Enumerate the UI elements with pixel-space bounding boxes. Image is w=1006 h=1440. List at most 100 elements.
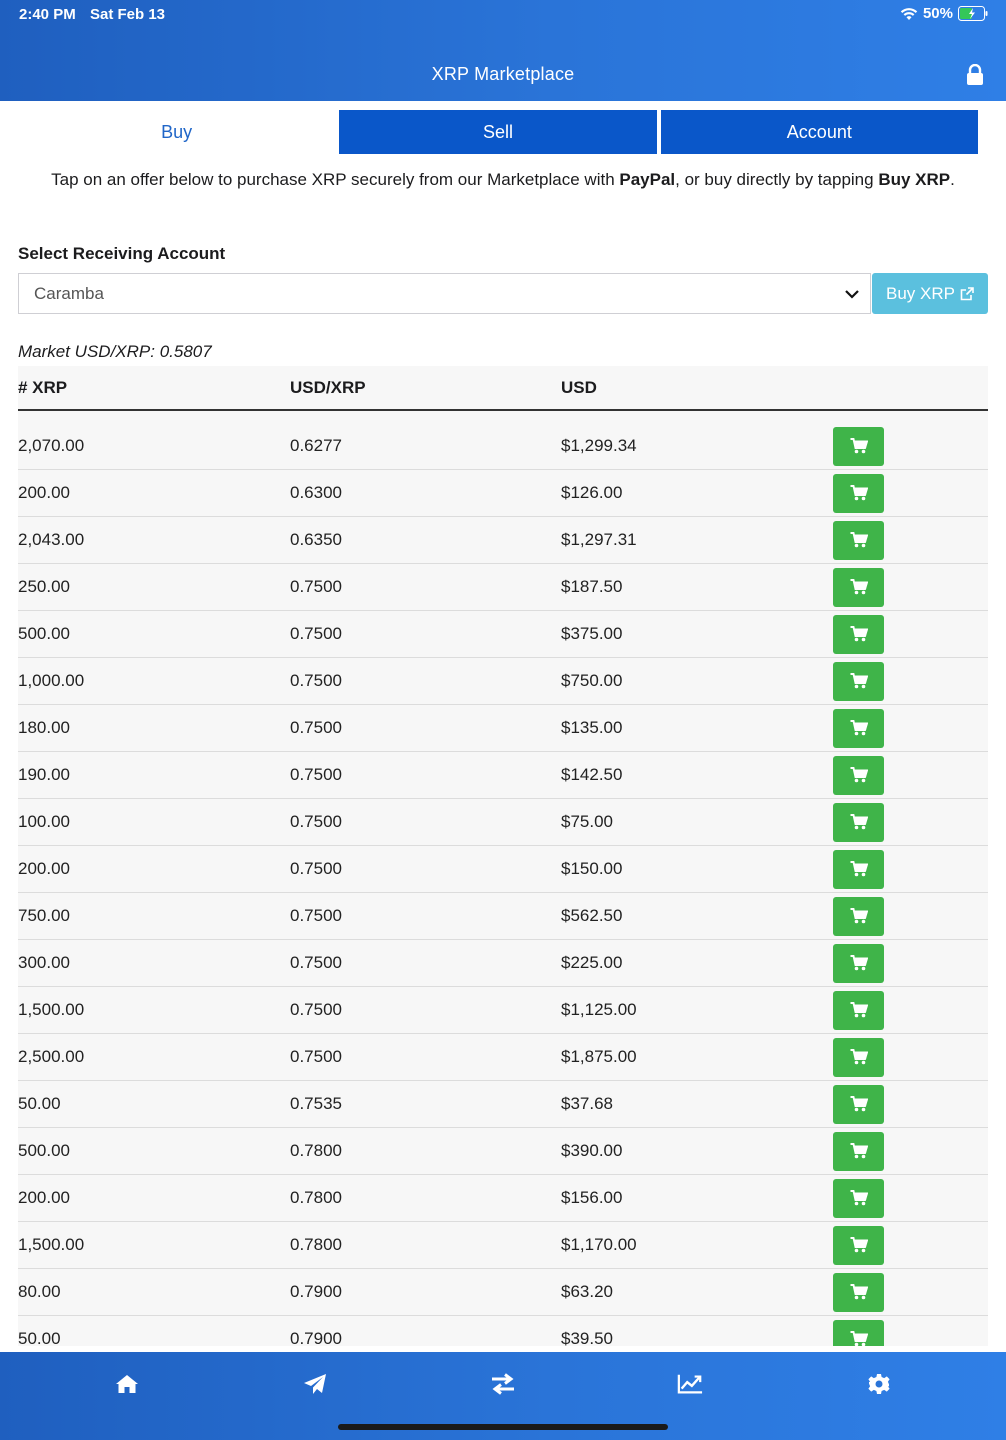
table-row[interactable]: 50.00 0.7900 $39.50: [18, 1316, 988, 1346]
cell-action: [833, 1272, 988, 1312]
cell-action: [833, 1037, 988, 1077]
cell-action: [833, 896, 988, 936]
table-row[interactable]: 200.00 0.7500 $150.00: [18, 846, 988, 893]
cell-xrp: 2,500.00: [18, 1047, 85, 1066]
cell-action: [833, 426, 988, 466]
exchange-icon: [492, 1373, 514, 1395]
cart-icon: [850, 626, 868, 642]
market-rate: Market USD/XRP: 0.5807: [18, 342, 212, 361]
tab-account[interactable]: Account: [660, 110, 978, 154]
cell-usd-xrp: 0.7500: [290, 718, 342, 737]
cart-icon: [850, 1143, 868, 1159]
table-row[interactable]: 2,500.00 0.7500 $1,875.00: [18, 1034, 988, 1081]
intro-part2: , or buy directly by tapping: [675, 170, 879, 189]
table-row[interactable]: 500.00 0.7800 $390.00: [18, 1128, 988, 1175]
cell-usd: $37.68: [561, 1094, 613, 1113]
tab-sell[interactable]: Sell: [339, 110, 657, 154]
add-to-cart-button[interactable]: [833, 708, 884, 748]
add-to-cart-button[interactable]: [833, 1272, 884, 1312]
add-to-cart-button[interactable]: [833, 896, 884, 936]
add-to-cart-button[interactable]: [833, 473, 884, 513]
cart-icon: [850, 908, 868, 924]
cell-usd: $225.00: [561, 953, 623, 972]
add-to-cart-button[interactable]: [833, 426, 884, 466]
cell-usd: $135.00: [561, 718, 623, 737]
nav-home[interactable]: [114, 1372, 140, 1396]
cell-xrp: 750.00: [18, 906, 70, 925]
lock-icon[interactable]: [966, 64, 984, 85]
table-row[interactable]: 100.00 0.7500 $75.00: [18, 799, 988, 846]
cell-action: [833, 520, 988, 560]
table-row[interactable]: 500.00 0.7500 $375.00: [18, 611, 988, 658]
cell-usd-xrp: 0.7500: [290, 765, 342, 784]
cart-icon: [850, 1284, 868, 1300]
table-row[interactable]: 200.00 0.6300 $126.00: [18, 470, 988, 517]
cell-usd-xrp: 0.7500: [290, 1047, 342, 1066]
cell-usd-xrp: 0.7900: [290, 1329, 342, 1346]
nav-send[interactable]: [302, 1372, 328, 1396]
cell-xrp: 50.00: [18, 1329, 61, 1346]
add-to-cart-button[interactable]: [833, 1178, 884, 1218]
cell-usd: $39.50: [561, 1329, 613, 1346]
add-to-cart-button[interactable]: [833, 1319, 884, 1346]
cell-usd: $63.20: [561, 1282, 613, 1301]
table-row[interactable]: 1,500.00 0.7800 $1,170.00: [18, 1222, 988, 1269]
buy-xrp-button[interactable]: Buy XRP: [872, 273, 988, 314]
add-to-cart-button[interactable]: [833, 990, 884, 1030]
table-row[interactable]: 80.00 0.7900 $63.20: [18, 1269, 988, 1316]
table-row[interactable]: 1,500.00 0.7500 $1,125.00: [18, 987, 988, 1034]
nav-exchange[interactable]: [490, 1372, 516, 1396]
selected-account: Caramba: [34, 283, 104, 303]
table-row[interactable]: 180.00 0.7500 $135.00: [18, 705, 988, 752]
chevron-down-icon: [845, 290, 859, 299]
header-xrp: # XRP: [18, 377, 68, 397]
home-indicator[interactable]: [338, 1424, 668, 1430]
add-to-cart-button[interactable]: [833, 614, 884, 654]
header-usd: USD: [561, 377, 597, 397]
table-row[interactable]: 1,000.00 0.7500 $750.00: [18, 658, 988, 705]
cart-icon: [850, 1002, 868, 1018]
tab-buy[interactable]: Buy: [18, 110, 336, 154]
add-to-cart-button[interactable]: [833, 567, 884, 607]
cell-action: [833, 661, 988, 701]
table-row[interactable]: 750.00 0.7500 $562.50: [18, 893, 988, 940]
add-to-cart-button[interactable]: [833, 849, 884, 889]
offers-table[interactable]: # XRP USD/XRP USD 2,070.00 0.6277 $1,299.3…: [18, 366, 988, 1346]
cell-action: [833, 1178, 988, 1218]
cart-icon: [850, 532, 868, 548]
table-row[interactable]: 2,070.00 0.6277 $1,299.34: [18, 423, 988, 470]
receiving-account-select[interactable]: Caramba: [18, 273, 871, 314]
cell-usd-xrp: 0.7500: [290, 906, 342, 925]
cell-action: [833, 567, 988, 607]
add-to-cart-button[interactable]: [833, 1131, 884, 1171]
table-row[interactable]: 250.00 0.7500 $187.50: [18, 564, 988, 611]
table-row[interactable]: 300.00 0.7500 $225.00: [18, 940, 988, 987]
add-to-cart-button[interactable]: [833, 1037, 884, 1077]
add-to-cart-button[interactable]: [833, 1084, 884, 1124]
table-row[interactable]: 50.00 0.7535 $37.68: [18, 1081, 988, 1128]
cell-usd-xrp: 0.7500: [290, 859, 342, 878]
cell-usd: $750.00: [561, 671, 623, 690]
cart-icon: [850, 1237, 868, 1253]
receiving-account-label: Select Receiving Account: [18, 244, 226, 263]
cell-usd: $126.00: [561, 483, 623, 502]
cell-xrp: 500.00: [18, 1141, 70, 1160]
table-row[interactable]: 2,043.00 0.6350 $1,297.31: [18, 517, 988, 564]
table-row[interactable]: 200.00 0.7800 $156.00: [18, 1175, 988, 1222]
cell-xrp: 180.00: [18, 718, 70, 737]
add-to-cart-button[interactable]: [833, 802, 884, 842]
cell-action: [833, 990, 988, 1030]
add-to-cart-button[interactable]: [833, 661, 884, 701]
add-to-cart-button[interactable]: [833, 943, 884, 983]
cell-xrp: 200.00: [18, 859, 70, 878]
add-to-cart-button[interactable]: [833, 1225, 884, 1265]
add-to-cart-button[interactable]: [833, 755, 884, 795]
nav-chart[interactable]: [677, 1372, 703, 1396]
cell-usd: $156.00: [561, 1188, 623, 1207]
intro-buy-xrp: Buy XRP: [878, 170, 951, 189]
add-to-cart-button[interactable]: [833, 520, 884, 560]
nav-settings[interactable]: [866, 1372, 892, 1396]
cell-xrp: 200.00: [18, 483, 70, 502]
table-row[interactable]: 190.00 0.7500 $142.50: [18, 752, 988, 799]
intro-text: Tap on an offer below to purchase XRP se…: [20, 167, 986, 192]
